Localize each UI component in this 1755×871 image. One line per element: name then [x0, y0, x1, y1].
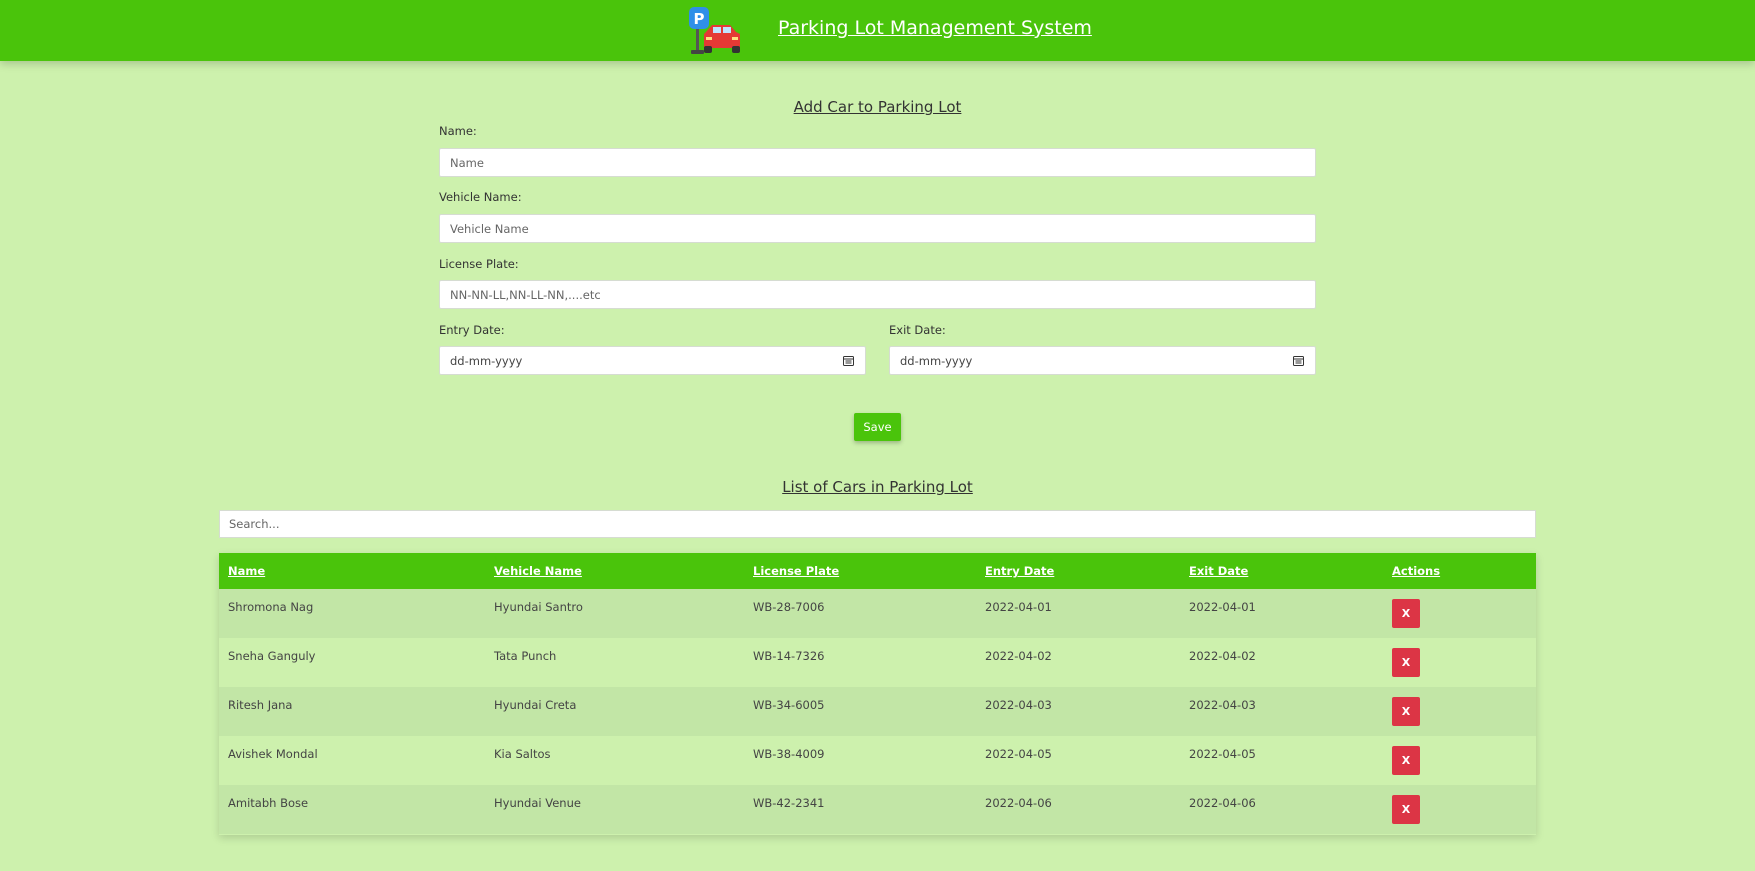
table-row: Shromona Nag Hyundai Santro WB-28-7006 2… — [219, 589, 1536, 638]
vehicle-name-label: Vehicle Name: — [439, 190, 522, 204]
search-input[interactable] — [219, 510, 1536, 538]
column-header-exit-date[interactable]: Exit Date — [1189, 564, 1248, 578]
calendar-icon[interactable] — [843, 355, 854, 366]
delete-button[interactable]: X — [1392, 599, 1420, 628]
cell-name: Avishek Mondal — [228, 747, 318, 761]
save-button[interactable]: Save — [854, 413, 901, 441]
table-row: Sneha Ganguly Tata Punch WB-14-7326 2022… — [219, 638, 1536, 687]
list-title: List of Cars in Parking Lot — [782, 478, 973, 496]
cell-license-plate: WB-38-4009 — [753, 747, 825, 761]
cell-license-plate: WB-28-7006 — [753, 600, 825, 614]
entry-date-placeholder: dd-mm-yyyy — [450, 354, 523, 368]
parking-car-icon: P — [689, 7, 740, 54]
name-label: Name: — [439, 124, 477, 138]
column-header-vehicle-name[interactable]: Vehicle Name — [494, 564, 582, 578]
exit-date-input[interactable]: dd-mm-yyyy — [889, 346, 1316, 375]
cell-name: Ritesh Jana — [228, 698, 293, 712]
cell-entry-date: 2022-04-01 — [985, 600, 1052, 614]
cell-exit-date: 2022-04-05 — [1189, 747, 1256, 761]
app-header: P Parking Lot Management System — [0, 0, 1755, 61]
license-plate-input[interactable] — [439, 280, 1316, 309]
cell-vehicle-name: Hyundai Venue — [494, 796, 581, 810]
cell-entry-date: 2022-04-02 — [985, 649, 1052, 663]
license-plate-label: License Plate: — [439, 257, 519, 271]
cell-name: Sneha Ganguly — [228, 649, 316, 663]
entry-date-input[interactable]: dd-mm-yyyy — [439, 346, 866, 375]
delete-button[interactable]: X — [1392, 746, 1420, 775]
svg-text:P: P — [694, 10, 705, 28]
delete-button[interactable]: X — [1392, 697, 1420, 726]
cell-exit-date: 2022-04-06 — [1189, 796, 1256, 810]
column-header-name[interactable]: Name — [228, 564, 265, 578]
column-header-license-plate[interactable]: License Plate — [753, 564, 839, 578]
table-row: Avishek Mondal Kia Saltos WB-38-4009 202… — [219, 736, 1536, 785]
table-header: Name Vehicle Name License Plate Entry Da… — [219, 553, 1536, 589]
cell-entry-date: 2022-04-03 — [985, 698, 1052, 712]
vehicle-name-input[interactable] — [439, 214, 1316, 243]
name-input[interactable] — [439, 148, 1316, 177]
exit-date-placeholder: dd-mm-yyyy — [900, 354, 973, 368]
form-title: Add Car to Parking Lot — [793, 98, 962, 116]
column-header-actions[interactable]: Actions — [1392, 564, 1440, 578]
cell-exit-date: 2022-04-02 — [1189, 649, 1256, 663]
app-title[interactable]: Parking Lot Management System — [778, 17, 1092, 39]
delete-button[interactable]: X — [1392, 648, 1420, 677]
cell-license-plate: WB-14-7326 — [753, 649, 825, 663]
cell-vehicle-name: Hyundai Creta — [494, 698, 577, 712]
delete-button[interactable]: X — [1392, 795, 1420, 824]
exit-date-label: Exit Date: — [889, 323, 946, 337]
column-header-entry-date[interactable]: Entry Date — [985, 564, 1054, 578]
cell-vehicle-name: Tata Punch — [494, 649, 557, 663]
table-row: Amitabh Bose Hyundai Venue WB-42-2341 20… — [219, 785, 1536, 834]
cars-table: Name Vehicle Name License Plate Entry Da… — [219, 553, 1536, 835]
cell-license-plate: WB-42-2341 — [753, 796, 825, 810]
entry-date-label: Entry Date: — [439, 323, 505, 337]
cell-name: Amitabh Bose — [228, 796, 309, 810]
cell-entry-date: 2022-04-05 — [985, 747, 1052, 761]
calendar-icon[interactable] — [1293, 355, 1304, 366]
cell-name: Shromona Nag — [228, 600, 314, 614]
cell-vehicle-name: Hyundai Santro — [494, 600, 583, 614]
cell-exit-date: 2022-04-01 — [1189, 600, 1256, 614]
cell-exit-date: 2022-04-03 — [1189, 698, 1256, 712]
cell-entry-date: 2022-04-06 — [985, 796, 1052, 810]
cell-vehicle-name: Kia Saltos — [494, 747, 551, 761]
cell-license-plate: WB-34-6005 — [753, 698, 825, 712]
table-row: Ritesh Jana Hyundai Creta WB-34-6005 202… — [219, 687, 1536, 736]
